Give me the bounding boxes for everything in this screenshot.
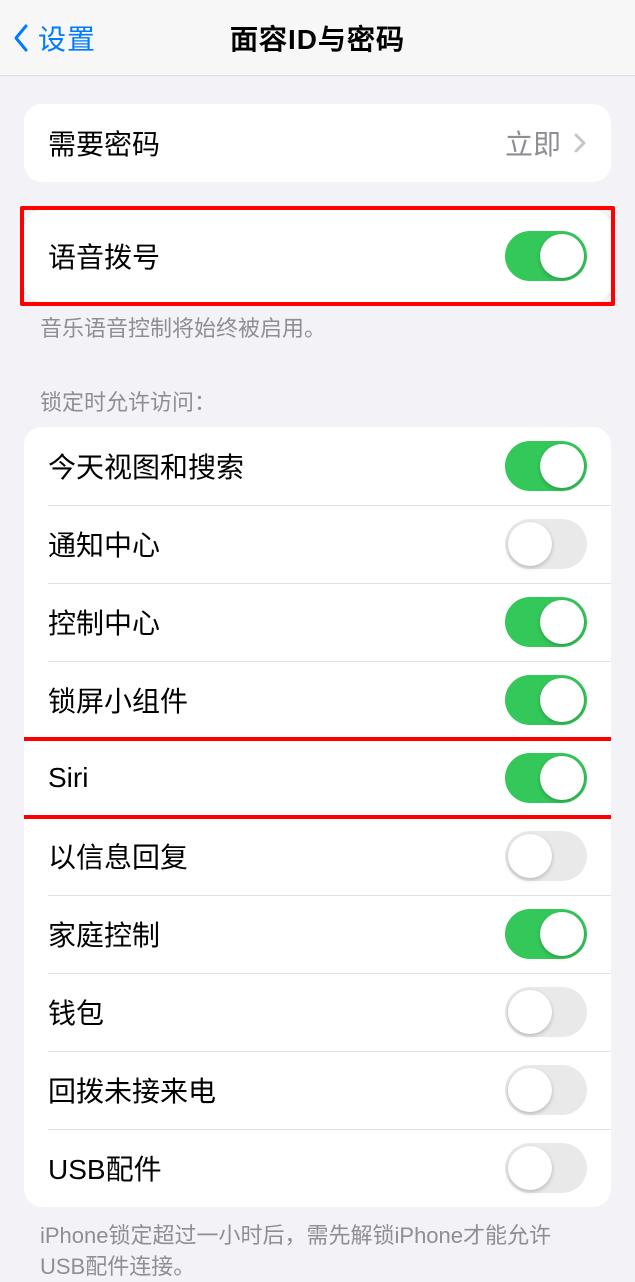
control-center-toggle[interactable] xyxy=(505,597,587,647)
return-missed-calls-row: 回拨未接来电 xyxy=(24,1051,611,1129)
today-view-row: 今天视图和搜索 xyxy=(24,427,611,505)
require-passcode-group: 需要密码 立即 xyxy=(24,104,611,182)
usb-accessories-toggle[interactable] xyxy=(505,1143,587,1193)
lock-screen-widgets-row: 锁屏小组件 xyxy=(24,661,611,739)
notification-center-label: 通知中心 xyxy=(48,524,160,564)
control-center-row: 控制中心 xyxy=(24,583,611,661)
lock-screen-widgets-label: 锁屏小组件 xyxy=(48,680,188,720)
usb-accessories-row: USB配件 xyxy=(24,1129,611,1207)
require-passcode-row[interactable]: 需要密码 立即 xyxy=(24,104,611,182)
wallet-row: 钱包 xyxy=(24,973,611,1051)
require-passcode-label: 需要密码 xyxy=(48,123,160,163)
voice-dial-label: 语音拨号 xyxy=(48,236,160,276)
lock-section-header: 锁定时允许访问： xyxy=(0,345,635,427)
usb-footer: iPhone锁定超过一小时后，需先解锁iPhone才能允许USB配件连接。 xyxy=(0,1207,635,1282)
control-center-label: 控制中心 xyxy=(48,602,160,642)
reply-with-message-toggle[interactable] xyxy=(505,831,587,881)
nav-bar: 设置 面容ID与密码 xyxy=(0,0,635,76)
reply-with-message-label: 以信息回复 xyxy=(48,836,188,876)
wallet-label: 钱包 xyxy=(48,992,104,1032)
require-passcode-value: 立即 xyxy=(505,123,561,163)
chevron-right-icon xyxy=(573,132,587,154)
home-control-label: 家庭控制 xyxy=(48,914,160,954)
today-view-label: 今天视图和搜索 xyxy=(48,446,244,486)
notification-center-row: 通知中心 xyxy=(24,505,611,583)
voice-dial-row: 语音拨号 xyxy=(24,210,611,302)
back-label: 设置 xyxy=(38,18,96,58)
return-missed-calls-label: 回拨未接来电 xyxy=(48,1070,216,1110)
lock-screen-widgets-toggle[interactable] xyxy=(505,675,587,725)
back-chevron-icon xyxy=(12,23,30,53)
today-view-toggle[interactable] xyxy=(505,441,587,491)
voice-dial-toggle[interactable] xyxy=(505,231,587,281)
siri-label: Siri xyxy=(48,762,88,794)
siri-row: Siri xyxy=(24,739,611,817)
notification-center-toggle[interactable] xyxy=(505,519,587,569)
back-button[interactable]: 设置 xyxy=(0,18,96,58)
wallet-toggle[interactable] xyxy=(505,987,587,1037)
lock-access-group: 今天视图和搜索通知中心控制中心锁屏小组件 Siri 以信息回复家庭控制钱包回拨未接来… xyxy=(24,427,611,1207)
siri-toggle[interactable] xyxy=(505,753,587,803)
home-control-row: 家庭控制 xyxy=(24,895,611,973)
usb-accessories-label: USB配件 xyxy=(48,1148,162,1188)
reply-with-message-row: 以信息回复 xyxy=(24,817,611,895)
home-control-toggle[interactable] xyxy=(505,909,587,959)
voice-dial-footer: 音乐语音控制将始终被启用。 xyxy=(0,302,635,345)
voice-dial-group: 语音拨号 xyxy=(24,210,611,302)
return-missed-calls-toggle[interactable] xyxy=(505,1065,587,1115)
